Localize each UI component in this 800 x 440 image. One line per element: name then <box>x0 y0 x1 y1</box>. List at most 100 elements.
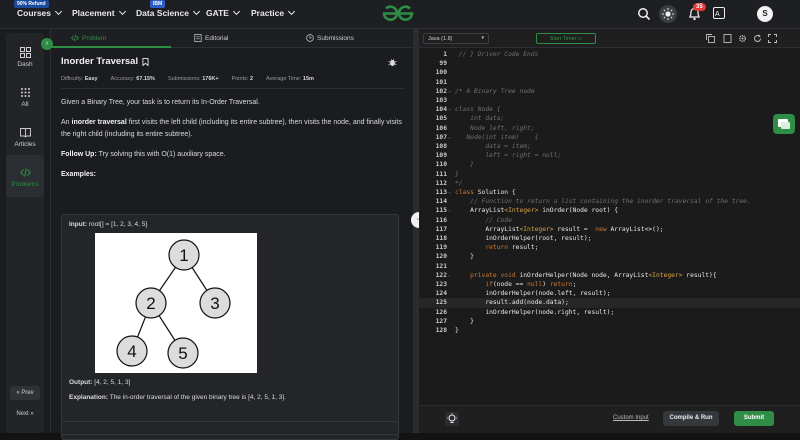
rail-item-dash[interactable]: Dash <box>6 47 44 68</box>
code-line[interactable]: 124 inOrderHelper(node.left, result); <box>419 289 800 298</box>
code-icon <box>71 35 79 41</box>
fold-chevron-icon[interactable]: ⌄ <box>448 105 454 114</box>
code-line[interactable]: 106 Node left, right; <box>419 124 800 133</box>
line-number: 127 <box>435 317 447 325</box>
code-line[interactable]: 113 ⌄ class Solution { <box>419 188 800 197</box>
hint-button[interactable] <box>445 412 459 426</box>
tab-submissions[interactable]: Submissions <box>306 34 354 42</box>
code-line[interactable]: 122 ⌄ private void inOrderHelper(Node nod… <box>419 271 800 280</box>
code-line[interactable]: 126 inOrderHelper(node.right, result); <box>419 308 800 317</box>
fullscreen-icon[interactable] <box>768 34 777 43</box>
code-line[interactable]: 121 <box>419 262 800 271</box>
code-line[interactable]: 1 // } Driver Code Ends <box>419 50 800 59</box>
code-line[interactable]: 128} <box>419 326 800 335</box>
gear-icon[interactable] <box>738 34 747 43</box>
chat-float-button[interactable] <box>773 114 795 134</box>
example-input: Input: root[] = [1, 2, 3, 4, 5] <box>69 221 148 228</box>
code-line[interactable]: 99 <box>419 59 800 68</box>
rail-item-problems[interactable]: Problems <box>6 155 44 197</box>
line-number: 121 <box>435 262 447 270</box>
code-line[interactable]: 123 if(node == null) return; <box>419 280 800 289</box>
nav-courses[interactable]: Courses <box>17 7 63 18</box>
code-text: int data; <box>455 115 505 123</box>
next-button[interactable]: Next » <box>10 407 40 421</box>
code-line[interactable]: 110 } <box>419 160 800 169</box>
fold-chevron-icon[interactable]: ⌄ <box>448 188 454 197</box>
code-line[interactable]: 108 data = item; <box>419 142 800 151</box>
copy-icon[interactable] <box>706 34 715 43</box>
code-line[interactable]: 104 ⌄ class Node { <box>419 105 800 114</box>
code-line[interactable]: 127 } <box>419 317 800 326</box>
tree-node-label: 1 <box>179 246 188 265</box>
line-number: 125 <box>435 299 447 307</box>
search-icon[interactable] <box>637 7 651 21</box>
code-line[interactable]: 115 ⌄ ArrayList<Integer> inOrder(Node roo… <box>419 206 800 215</box>
code-line[interactable]: 111} <box>419 170 800 179</box>
code-line[interactable]: 101 <box>419 78 800 87</box>
code-line[interactable]: 120 } <box>419 252 800 261</box>
language-select[interactable]: Java (1.8) ▾ <box>423 33 489 44</box>
code-line[interactable]: 100 <box>419 68 800 77</box>
chevron-down-icon <box>54 7 63 16</box>
nav-placement[interactable]: Placement <box>72 7 126 18</box>
translate-icon[interactable]: A <box>713 7 725 19</box>
code-line[interactable]: 109 left = right = null; <box>419 151 800 160</box>
code-line[interactable]: 119 return result; <box>419 243 800 252</box>
rail-item-articles[interactable]: Articles <box>6 127 44 148</box>
bug-report-icon[interactable] <box>388 58 397 67</box>
code-text: // Code <box>455 216 512 224</box>
custom-input-link[interactable]: Custom Input <box>613 415 649 421</box>
line-number: 106 <box>435 124 447 132</box>
sun-icon <box>662 8 674 20</box>
fold-chevron-icon[interactable]: ⌄ <box>448 271 454 280</box>
nav-practice[interactable]: Practice <box>251 7 296 18</box>
file-icon[interactable] <box>723 34 732 43</box>
refresh-icon[interactable] <box>753 34 762 43</box>
examples-heading: Examples: <box>61 171 97 178</box>
code-line[interactable]: 118 inOrderHelper(root, result); <box>419 234 800 243</box>
code-line[interactable]: 117 ArrayList<Integer> result = new Arra… <box>419 225 800 234</box>
gfg-logo[interactable] <box>381 4 415 23</box>
theme-toggle[interactable] <box>659 5 677 23</box>
line-number: 123 <box>435 281 447 288</box>
compile-run-button[interactable]: Compile & Run <box>663 411 719 426</box>
code-text: } <box>455 161 474 169</box>
code-line[interactable]: 105 int data; <box>419 114 800 123</box>
code-line[interactable]: 125 result.add(node.data); <box>419 298 800 308</box>
tab-problem[interactable]: Problem <box>71 34 106 42</box>
dashboard-icon <box>19 47 31 58</box>
nav-data-science[interactable]: Data Science <box>136 7 200 18</box>
line-number: 118 <box>435 235 447 242</box>
editor-footer: Custom Input Compile & Run Submit <box>419 405 800 433</box>
line-number: 107 <box>435 133 447 141</box>
tree-node-label: 5 <box>178 344 187 363</box>
bookmark-icon[interactable] <box>142 57 149 66</box>
refund-badge: 90% Refund <box>14 0 49 8</box>
fold-chevron-icon[interactable]: ⌄ <box>448 87 454 96</box>
rail-item-all[interactable]: All <box>6 87 44 108</box>
line-number: 105 <box>435 115 447 123</box>
nav-gate[interactable]: GATE <box>206 7 241 18</box>
example-explanation: Explanation: The in-order traversal of t… <box>69 394 287 401</box>
problem-tabs: Problem Editorial Submissions <box>51 29 413 48</box>
code-line[interactable]: 116 // Code <box>419 216 800 225</box>
submit-button[interactable]: Submit <box>734 411 774 426</box>
fold-chevron-icon[interactable]: ⌄ <box>448 133 454 142</box>
code-line[interactable]: 103 <box>419 96 800 105</box>
prev-button[interactable]: « Prev <box>10 386 40 400</box>
start-timer-button[interactable]: Start Timer ▷ <box>536 33 596 44</box>
line-number: 117 <box>435 225 447 233</box>
code-line[interactable]: 114 // Function to return a list contain… <box>419 197 800 206</box>
code-text: ArrayList<Integer> result = new ArrayLis… <box>455 225 664 233</box>
collapse-panel-icon[interactable]: › <box>41 38 53 50</box>
active-tab-indicator <box>51 46 171 48</box>
avatar[interactable]: S <box>757 6 773 22</box>
chevron-down-icon <box>288 7 296 16</box>
fold-chevron-icon[interactable]: ⌄ <box>448 206 454 215</box>
code-line[interactable]: 107 ⌄ Node(int item) { <box>419 133 800 142</box>
tab-editorial[interactable]: Editorial <box>194 34 228 42</box>
code-line[interactable]: 112 */ <box>419 179 800 188</box>
grid-dots-icon <box>20 88 30 97</box>
code-line[interactable]: 102 ⌄/* A Binary Tree node <box>419 87 800 96</box>
code-area[interactable]: 1 // } Driver Code Ends 99 100 101 102 ⌄/* A … <box>419 50 800 398</box>
